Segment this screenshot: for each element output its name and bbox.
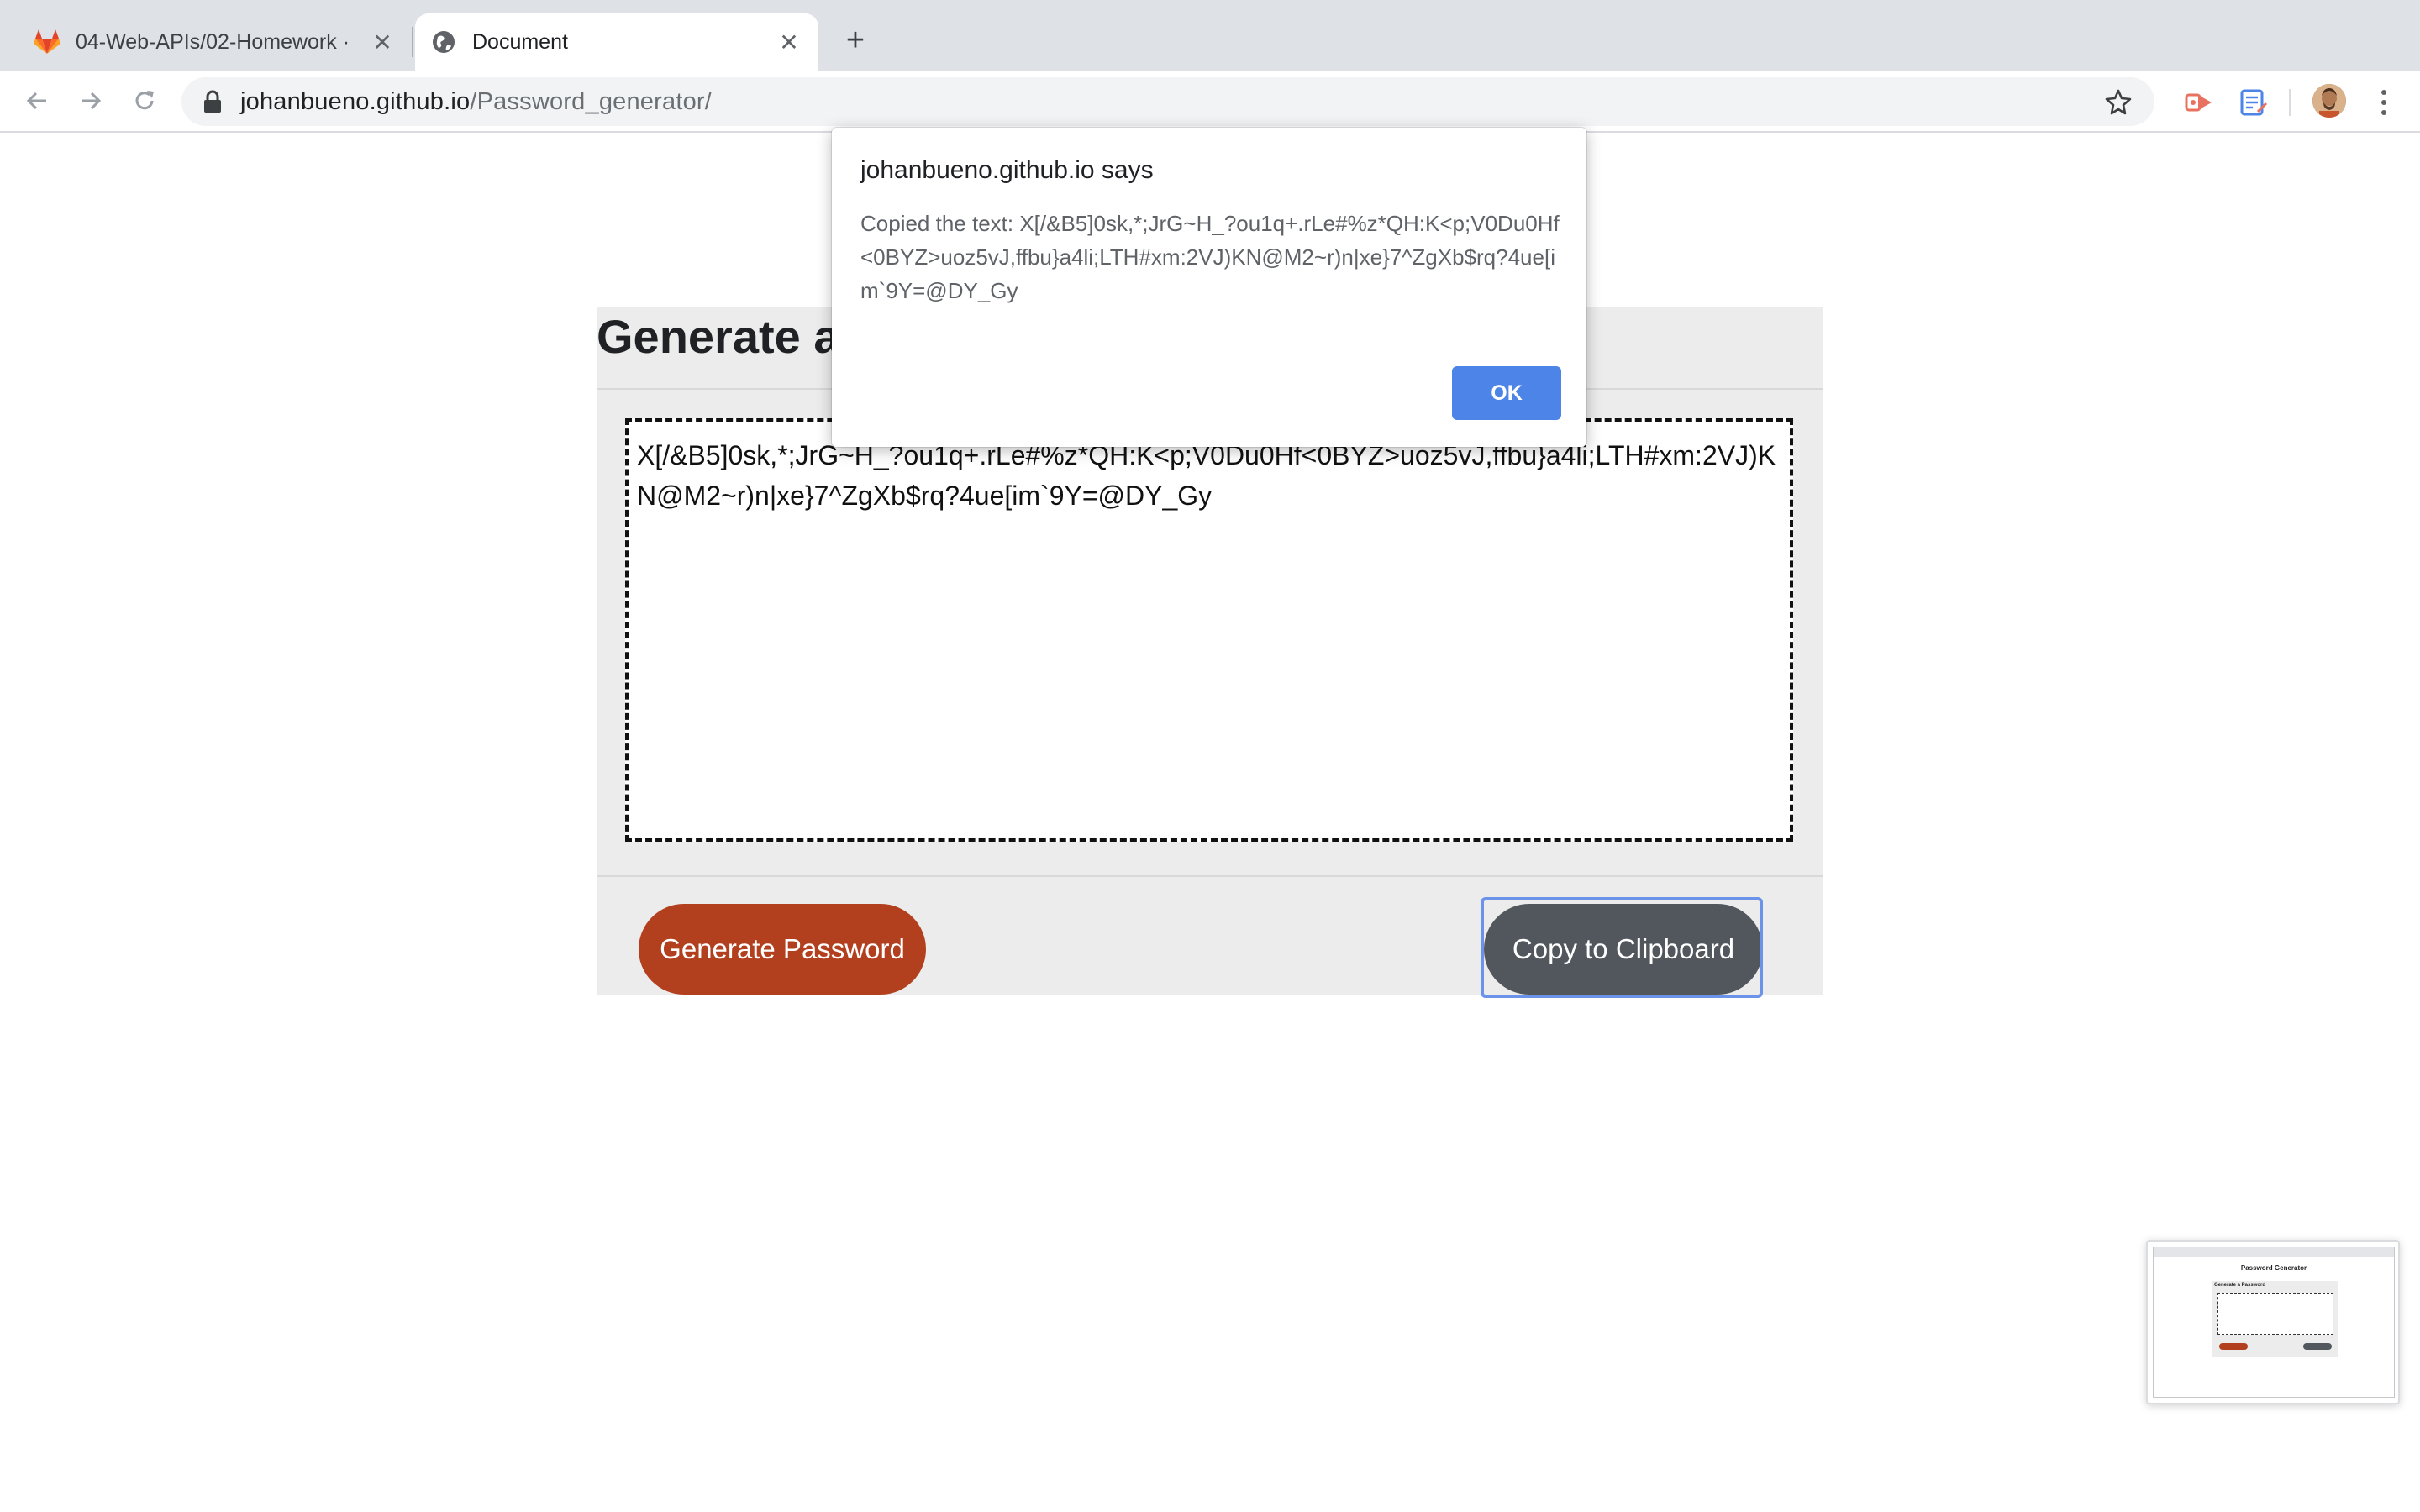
close-icon[interactable]: ✕ [775,28,803,56]
thumbnail-card-title: Generate a Password [2214,1283,2266,1288]
back-arrow-icon[interactable] [18,82,55,119]
thumbnail-copy-button [2303,1343,2332,1350]
thumbnail-card: Generate a Password [2212,1281,2338,1357]
thumbnail-textarea [2217,1293,2333,1335]
reload-icon[interactable] [126,82,163,119]
browser-toolbar: johanbueno.github.io/Password_generator/ [0,71,2420,133]
thumbnail-preview: Password Generator Generate a Password [2153,1247,2395,1398]
url-path: /Password_generator/ [470,87,713,115]
browser-tabstrip: 04-Web-APIs/02-Homework · ✕ Document ✕ + [0,0,2420,71]
tab-title: Document [472,29,568,54]
screencast-extension-icon[interactable] [2183,86,2217,119]
new-tab-button[interactable]: + [839,23,872,58]
card-footer-divider [597,875,1823,877]
focus-ring [1481,897,1763,998]
bookmark-star-icon[interactable] [2104,87,2133,116]
gitlab-icon [32,27,62,57]
thumbnail-chrome [2154,1247,2394,1257]
thumbnail-title: Password Generator [2240,1264,2307,1272]
alert-dialog: johanbueno.github.io says Copied the tex… [832,128,1586,447]
thumbnail-generate-button [2219,1343,2248,1350]
toolbar-divider [2289,89,2291,116]
tab-document[interactable]: Document ✕ [415,13,818,71]
password-textarea[interactable]: X[/&B5]0sk,*;JrG~H_?ou1q+.rLe#%z*QH:K<p;… [625,418,1793,842]
lock-icon[interactable] [202,89,224,114]
avatar[interactable] [2312,84,2346,118]
tab-title: 04-Web-APIs/02-Homework · [76,29,350,54]
dialog-message: Copied the text: X[/&B5]0sk,*;JrG~H_?ou1… [860,211,1560,303]
forward-arrow-icon[interactable] [72,82,109,119]
url-text: johanbueno.github.io/Password_generator/ [240,88,712,116]
tab-separator [412,27,413,57]
globe-icon [429,27,459,57]
tab-homework[interactable]: 04-Web-APIs/02-Homework · ✕ [18,13,412,71]
address-bar[interactable]: johanbueno.github.io/Password_generator/ [182,77,2154,126]
notes-extension-icon[interactable] [2237,86,2270,119]
kebab-menu-icon[interactable] [2371,86,2396,119]
ok-button[interactable]: OK [1452,366,1561,420]
screenshot-thumbnail[interactable]: Password Generator Generate a Password [2146,1240,2400,1404]
dialog-title: johanbueno.github.io says [860,156,1154,184]
close-icon[interactable]: ✕ [368,28,397,56]
url-host: johanbueno.github.io [240,87,471,115]
generate-password-button[interactable]: Generate Password [639,904,926,995]
